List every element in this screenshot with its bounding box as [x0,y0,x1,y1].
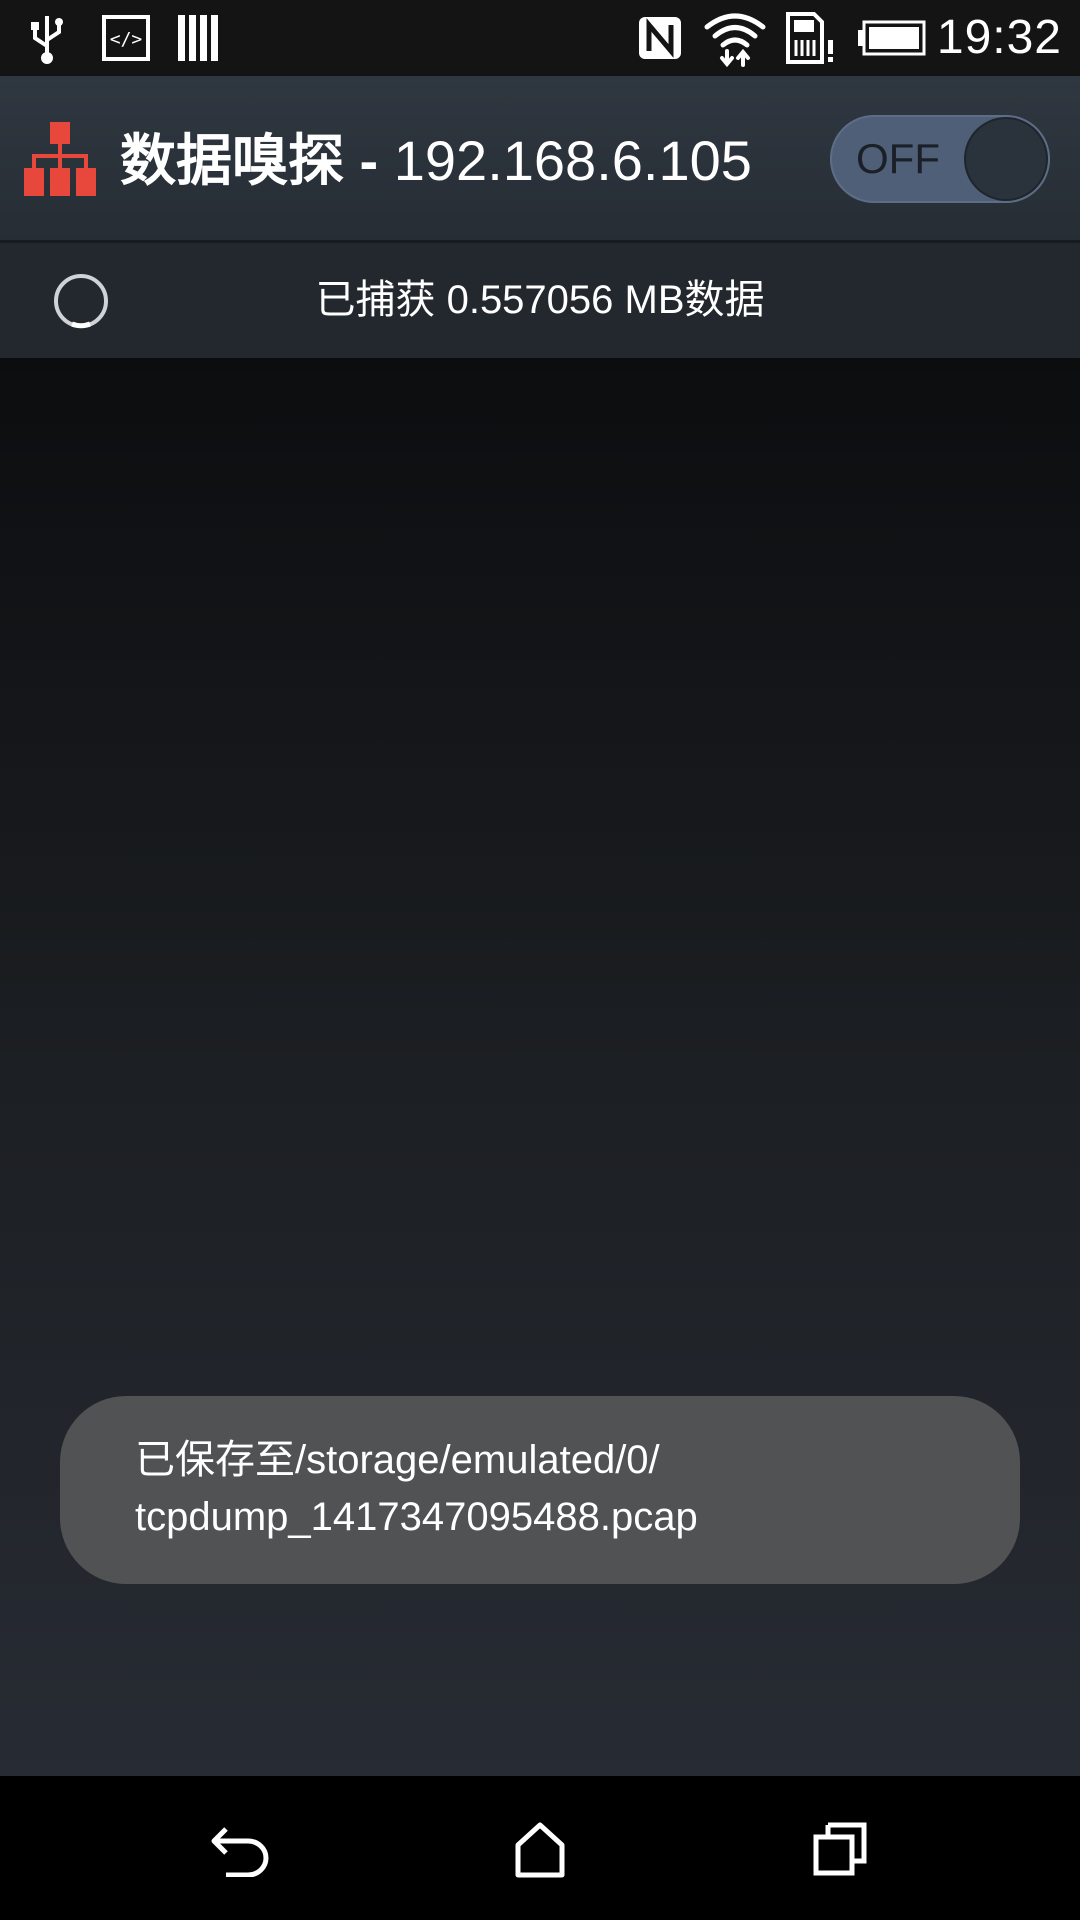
navigation-bar [0,1776,1080,1920]
barcode-icon [174,10,224,66]
target-ip-address: 192.168.6.105 [393,129,752,192]
sd-card-warning-icon [784,10,836,66]
action-bar: 数据嗅探 - 192.168.6.105 OFF [0,76,1080,243]
page-title: 数据嗅探 - 192.168.6.105 [120,76,752,240]
wifi-icon [702,10,768,67]
toggle-knob [966,119,1046,199]
toast-line-1: 已保存至/storage/emulated/0/ [135,1438,660,1482]
toast-text: 已保存至/storage/emulated/0/ tcpdump_1417347… [135,1432,975,1546]
network-sitemap-icon [24,122,96,196]
back-icon[interactable] [195,1804,285,1894]
app-name: 数据嗅探 [120,129,344,192]
recents-icon[interactable] [795,1804,885,1894]
toggle-label: OFF [856,135,940,182]
toast-message: 已保存至/storage/emulated/0/ tcpdump_1417347… [60,1396,1020,1584]
captured-data-text: 已捕获 0.557056 MB数据 [315,278,765,322]
svg-text:</>: </> [110,29,143,50]
nfc-icon [636,10,684,66]
home-icon[interactable] [495,1804,585,1894]
toast-line-2: tcpdump_1417347095488.pcap [135,1495,698,1539]
title-separator: - [344,129,394,192]
usb-icon [26,10,68,66]
status-bar: </> 19:32 [0,0,1080,76]
developer-code-icon: </> [100,10,152,66]
clock: 19:32 [936,11,1062,64]
screen: </> 19:32 数据嗅探 - 192.168.6.105 OFF 已捕获 0… [0,0,1080,1920]
battery-icon [858,10,926,66]
sniffer-toggle-switch[interactable]: OFF [830,115,1050,203]
